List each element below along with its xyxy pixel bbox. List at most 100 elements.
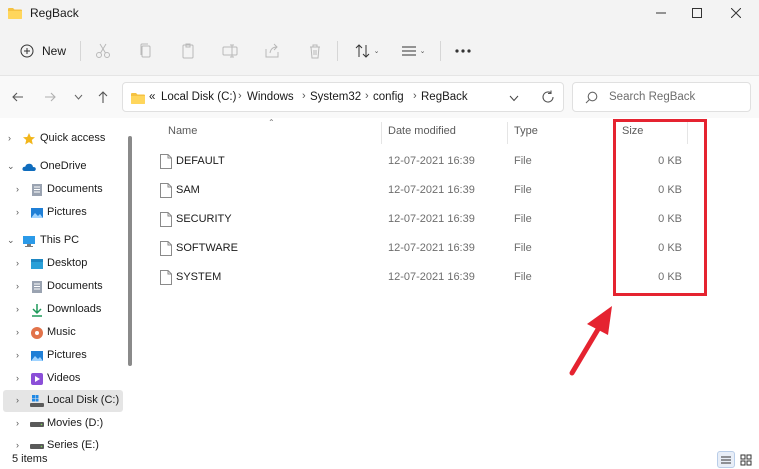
new-button-label: New bbox=[42, 44, 67, 58]
file-icon bbox=[160, 154, 172, 169]
rename-button[interactable] bbox=[219, 40, 241, 62]
toolbar-divider bbox=[440, 41, 441, 61]
column-divider[interactable] bbox=[381, 122, 382, 144]
breadcrumb-item[interactable]: RegBack bbox=[421, 91, 468, 103]
breadcrumb-item[interactable]: System32 bbox=[310, 91, 361, 103]
sidebar-item-this-pc[interactable]: ⌄ This PC bbox=[0, 230, 124, 252]
minimize-icon bbox=[656, 12, 666, 14]
sidebar-item-onedrive-documents[interactable]: › Documents bbox=[0, 179, 124, 201]
file-name: DEFAULT bbox=[176, 155, 225, 167]
sidebar-item-documents[interactable]: › Documents bbox=[0, 276, 124, 298]
column-header-date-modified[interactable]: Date modified bbox=[388, 125, 456, 137]
plus-circle-icon bbox=[20, 44, 34, 58]
video-icon bbox=[31, 373, 43, 385]
close-button[interactable] bbox=[718, 0, 754, 26]
sidebar-item-desktop[interactable]: › Desktop bbox=[0, 253, 124, 275]
file-date-modified: 12-07-2021 16:39 bbox=[388, 271, 475, 283]
chevron-down-icon bbox=[74, 94, 82, 100]
cut-button[interactable] bbox=[92, 40, 114, 62]
share-button[interactable] bbox=[261, 40, 283, 62]
breadcrumb-item[interactable]: config bbox=[373, 91, 404, 103]
list-view-icon bbox=[401, 46, 416, 56]
sidebar-item-downloads[interactable]: › Downloads bbox=[0, 299, 124, 321]
column-header-name[interactable]: Name bbox=[168, 125, 197, 137]
chevron-right-icon: › bbox=[16, 418, 19, 428]
up-button[interactable] bbox=[93, 86, 113, 108]
pictures-icon bbox=[31, 351, 43, 361]
refresh-button[interactable] bbox=[541, 90, 555, 107]
close-icon bbox=[731, 8, 741, 18]
sidebar-item-quick-access[interactable]: › Quick access bbox=[0, 128, 124, 150]
chevron-right-icon: › bbox=[16, 184, 19, 194]
file-date-modified: 12-07-2021 16:39 bbox=[388, 184, 475, 196]
sidebar-item-onedrive[interactable]: ⌄ OneDrive bbox=[0, 156, 124, 178]
chevron-down-icon: ⌄ bbox=[7, 161, 15, 171]
sidebar-item-label: This PC bbox=[40, 234, 80, 246]
recent-locations-button[interactable] bbox=[68, 86, 88, 108]
thumbnails-view-button[interactable] bbox=[737, 451, 755, 468]
search-box[interactable]: Search RegBack bbox=[572, 82, 751, 112]
chevron-right-icon: › bbox=[16, 440, 19, 450]
view-button[interactable]: ⌄ bbox=[397, 40, 429, 62]
status-bar: 5 items bbox=[0, 451, 759, 469]
sidebar-item-movies-d[interactable]: › Movies (D:) bbox=[0, 413, 124, 435]
maximize-button[interactable] bbox=[679, 0, 715, 26]
breadcrumb-item[interactable]: Windows bbox=[247, 91, 294, 103]
breadcrumb-overflow[interactable]: « bbox=[149, 91, 155, 103]
minimize-button[interactable] bbox=[643, 0, 679, 26]
details-view-button[interactable] bbox=[717, 451, 735, 468]
details-view-icon bbox=[721, 456, 731, 463]
chevron-right-icon: › bbox=[413, 90, 417, 102]
sidebar-item-pictures[interactable]: › Pictures bbox=[0, 345, 124, 367]
chevron-right-icon: › bbox=[16, 304, 19, 314]
refresh-icon bbox=[542, 90, 554, 103]
sidebar-item-label: OneDrive bbox=[40, 160, 87, 172]
chevron-right-icon: › bbox=[16, 373, 19, 383]
sidebar-item-videos[interactable]: › Videos bbox=[0, 368, 124, 390]
trash-icon bbox=[310, 44, 320, 59]
sidebar-item-music[interactable]: › Music bbox=[0, 322, 124, 344]
file-type: File bbox=[514, 213, 532, 225]
sidebar-item-label: Pictures bbox=[47, 349, 87, 361]
chevron-right-icon: › bbox=[16, 258, 19, 268]
file-type: File bbox=[514, 155, 532, 167]
address-bar[interactable]: « Local Disk (C:) › Windows › System32 ›… bbox=[122, 82, 564, 112]
scissors-icon bbox=[96, 43, 110, 58]
sidebar-item-label: Pictures bbox=[47, 206, 87, 218]
sidebar-item-local-disk-c[interactable]: › Local Disk (C:) bbox=[3, 390, 123, 412]
sort-ascending-icon: ⌃ bbox=[268, 118, 275, 127]
window-title: RegBack bbox=[30, 6, 79, 20]
sort-button[interactable]: ⌄ bbox=[352, 40, 382, 62]
toolbar-divider bbox=[337, 41, 338, 61]
sidebar-item-label: Quick access bbox=[40, 132, 106, 144]
sidebar-item-label: Local Disk (C:) bbox=[47, 394, 120, 406]
share-icon bbox=[265, 43, 279, 58]
file-name: SYSTEM bbox=[176, 271, 222, 283]
chevron-right-icon: › bbox=[16, 327, 19, 337]
sidebar-item-label: Videos bbox=[47, 372, 81, 384]
address-history-button[interactable] bbox=[509, 93, 519, 105]
item-count: 5 items bbox=[12, 453, 48, 465]
folder-icon bbox=[8, 8, 22, 19]
column-header-type[interactable]: Type bbox=[514, 125, 538, 137]
file-icon bbox=[160, 270, 172, 285]
chevron-right-icon: › bbox=[238, 90, 242, 102]
file-type: File bbox=[514, 242, 532, 254]
new-button[interactable]: New bbox=[14, 39, 72, 63]
back-button[interactable] bbox=[8, 86, 28, 108]
sidebar-item-onedrive-pictures[interactable]: › Pictures bbox=[0, 202, 124, 224]
more-options-button[interactable] bbox=[452, 40, 474, 62]
chevron-down-icon: ⌄ bbox=[419, 48, 426, 55]
column-divider[interactable] bbox=[507, 122, 508, 144]
forward-button[interactable] bbox=[40, 86, 60, 108]
cloud-icon bbox=[22, 163, 36, 171]
copy-button[interactable] bbox=[135, 40, 157, 62]
drive-windows-icon bbox=[30, 395, 44, 407]
chevron-down-icon bbox=[509, 95, 519, 102]
copy-icon bbox=[140, 43, 151, 58]
sidebar-item-label: Music bbox=[47, 326, 76, 338]
breadcrumb-item[interactable]: Local Disk (C:) bbox=[161, 91, 236, 103]
delete-button[interactable] bbox=[304, 40, 326, 62]
sidebar-scrollbar[interactable] bbox=[128, 136, 132, 366]
paste-button[interactable] bbox=[177, 40, 199, 62]
